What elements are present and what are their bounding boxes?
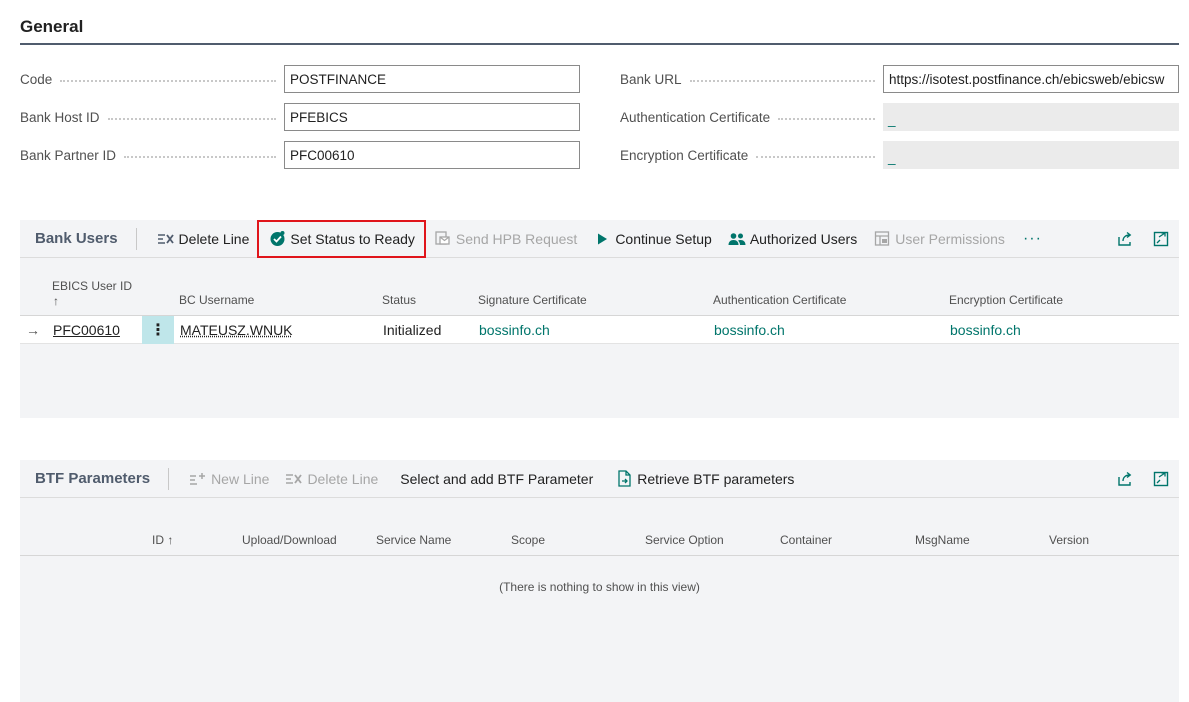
delete-line-label: Delete Line bbox=[307, 470, 379, 487]
select-add-btf-parameter-button[interactable]: Select and add BTF Parameter bbox=[386, 460, 601, 498]
column-header-scope[interactable]: Scope bbox=[511, 533, 545, 547]
bc-username-cell[interactable]: MATEUSZ.WNUK bbox=[180, 316, 293, 344]
bank-users-part: Bank Users Delete Line Set Status to Rea… bbox=[20, 219, 1179, 418]
column-header-bc-username[interactable]: BC Username bbox=[179, 293, 254, 307]
new-line-button[interactable]: New Line bbox=[181, 460, 277, 498]
document-arrow-icon bbox=[615, 470, 633, 488]
bank-url-input[interactable]: https://isotest.postfinance.ch/ebicsweb/… bbox=[883, 65, 1179, 93]
empty-view-message: (There is nothing to show in this view) bbox=[499, 580, 700, 594]
column-header-encryption-certificate[interactable]: Encryption Certificate bbox=[949, 293, 1063, 307]
column-header-service-name[interactable]: Service Name bbox=[376, 533, 451, 547]
select-add-btf-parameter-label: Select and add BTF Parameter bbox=[400, 470, 594, 487]
enc-cert-field-row: Encryption Certificate _ bbox=[620, 141, 1179, 169]
continue-setup-label: Continue Setup bbox=[615, 230, 712, 247]
delete-line-button[interactable]: Delete Line bbox=[277, 460, 386, 498]
leader-dots bbox=[756, 156, 875, 158]
column-header-ebics-user-id[interactable]: EBICS User ID bbox=[52, 279, 132, 293]
btf-parameters-part-controls bbox=[1107, 460, 1179, 498]
retrieve-btf-parameters-button[interactable]: Retrieve BTF parameters bbox=[601, 460, 802, 498]
play-icon bbox=[593, 230, 611, 248]
column-header-id[interactable]: ID ↑ bbox=[152, 533, 173, 547]
share-icon[interactable] bbox=[1107, 220, 1143, 258]
btf-parameters-action-bar: BTF Parameters New Line Delete Line Sele… bbox=[20, 460, 1179, 498]
bank-users-action-bar: Bank Users Delete Line Set Status to Rea… bbox=[20, 219, 1179, 258]
bank-users-grid-header: EBICS User ID ↑ BC Username Status Signa… bbox=[20, 258, 1179, 316]
bank-partner-id-field-row: Bank Partner ID PFC00610 bbox=[20, 141, 580, 169]
authorized-users-label: Authorized Users bbox=[749, 230, 858, 247]
table-row[interactable]: → PFC00610 ⋮ MATEUSZ.WNUK Initialized bo… bbox=[20, 316, 1179, 344]
sort-ascending-icon: ↑ bbox=[53, 294, 59, 308]
expand-icon[interactable] bbox=[1143, 220, 1179, 258]
expand-icon[interactable] bbox=[1143, 460, 1179, 498]
enc-cert-value[interactable]: _ bbox=[883, 141, 1179, 169]
set-status-ready-label: Set Status to Ready bbox=[290, 230, 415, 247]
leader-dots bbox=[689, 80, 875, 82]
send-request-icon bbox=[434, 230, 452, 248]
btf-parameters-part: BTF Parameters New Line Delete Line Sele… bbox=[20, 460, 1179, 702]
row-menu-button[interactable]: ⋮ bbox=[142, 316, 174, 344]
code-field-row: Code POSTFINANCE bbox=[20, 65, 580, 93]
auth-cert-cell[interactable]: bossinfo.ch bbox=[714, 316, 785, 344]
enc-cert-cell[interactable]: bossinfo.ch bbox=[950, 316, 1021, 344]
delete-line-icon bbox=[285, 470, 303, 488]
bank-partner-id-label: Bank Partner ID bbox=[20, 147, 117, 163]
row-selected-arrow-icon: → bbox=[26, 322, 40, 338]
retrieve-btf-parameters-label: Retrieve BTF parameters bbox=[637, 470, 795, 487]
column-header-upload-download[interactable]: Upload/Download bbox=[242, 533, 337, 547]
bank-partner-id-input[interactable]: PFC00610 bbox=[284, 141, 580, 169]
bank-host-id-field-row: Bank Host ID PFEBICS bbox=[20, 103, 580, 131]
column-header-version[interactable]: Version bbox=[1049, 533, 1089, 547]
authorized-users-button[interactable]: Authorized Users bbox=[720, 220, 865, 258]
btf-parameters-title[interactable]: BTF Parameters bbox=[20, 470, 168, 487]
column-header-msgname[interactable]: MsgName bbox=[915, 533, 970, 547]
bank-host-id-input[interactable]: PFEBICS bbox=[284, 103, 580, 131]
enc-cert-label: Encryption Certificate bbox=[620, 147, 749, 163]
people-icon bbox=[728, 230, 746, 248]
permissions-icon bbox=[873, 230, 891, 248]
bank-url-label: Bank URL bbox=[620, 71, 682, 87]
btf-parameters-grid-header: ID ↑ Upload/Download Service Name Scope … bbox=[20, 498, 1179, 556]
column-header-service-option[interactable]: Service Option bbox=[645, 533, 724, 547]
leader-dots bbox=[124, 156, 276, 158]
delete-line-icon bbox=[157, 230, 175, 248]
leader-dots bbox=[60, 80, 276, 82]
check-badge-icon bbox=[268, 230, 286, 248]
leader-dots bbox=[107, 118, 276, 120]
divider bbox=[168, 467, 170, 490]
code-input[interactable]: POSTFINANCE bbox=[284, 65, 580, 93]
column-header-authentication-certificate[interactable]: Authentication Certificate bbox=[713, 293, 846, 307]
column-header-status[interactable]: Status bbox=[382, 293, 416, 307]
user-permissions-button[interactable]: User Permissions bbox=[865, 220, 1013, 258]
ebics-user-id-cell[interactable]: PFC00610 bbox=[53, 316, 120, 344]
column-header-container[interactable]: Container bbox=[780, 533, 832, 547]
code-label: Code bbox=[20, 71, 53, 87]
auth-cert-label: Authentication Certificate bbox=[620, 109, 771, 125]
send-hpb-request-button[interactable]: Send HPB Request bbox=[426, 220, 585, 258]
leader-dots bbox=[778, 118, 875, 120]
delete-line-button[interactable]: Delete Line bbox=[149, 220, 258, 258]
bank-host-id-label: Bank Host ID bbox=[20, 109, 100, 125]
signature-cert-cell[interactable]: bossinfo.ch bbox=[479, 316, 550, 344]
auth-cert-field-row: Authentication Certificate _ bbox=[620, 103, 1179, 131]
more-actions-button[interactable]: ··· bbox=[1013, 230, 1052, 248]
new-line-icon bbox=[189, 470, 207, 488]
delete-line-label: Delete Line bbox=[178, 230, 250, 247]
auth-cert-value[interactable]: _ bbox=[883, 103, 1179, 131]
bank-users-part-controls bbox=[1107, 220, 1179, 258]
share-icon[interactable] bbox=[1107, 460, 1143, 498]
status-cell: Initialized bbox=[383, 322, 442, 338]
new-line-label: New Line bbox=[211, 470, 270, 487]
column-header-signature-certificate[interactable]: Signature Certificate bbox=[478, 293, 587, 307]
general-section-title[interactable]: General bbox=[20, 17, 83, 37]
set-status-ready-button[interactable]: Set Status to Ready bbox=[257, 219, 426, 258]
general-section-divider bbox=[20, 43, 1179, 45]
bank-users-title[interactable]: Bank Users bbox=[20, 230, 136, 247]
send-hpb-request-label: Send HPB Request bbox=[455, 230, 578, 247]
continue-setup-button[interactable]: Continue Setup bbox=[585, 220, 720, 258]
divider bbox=[135, 227, 137, 250]
bank-url-field-row: Bank URL https://isotest.postfinance.ch/… bbox=[620, 65, 1179, 93]
user-permissions-label: User Permissions bbox=[895, 230, 1005, 247]
